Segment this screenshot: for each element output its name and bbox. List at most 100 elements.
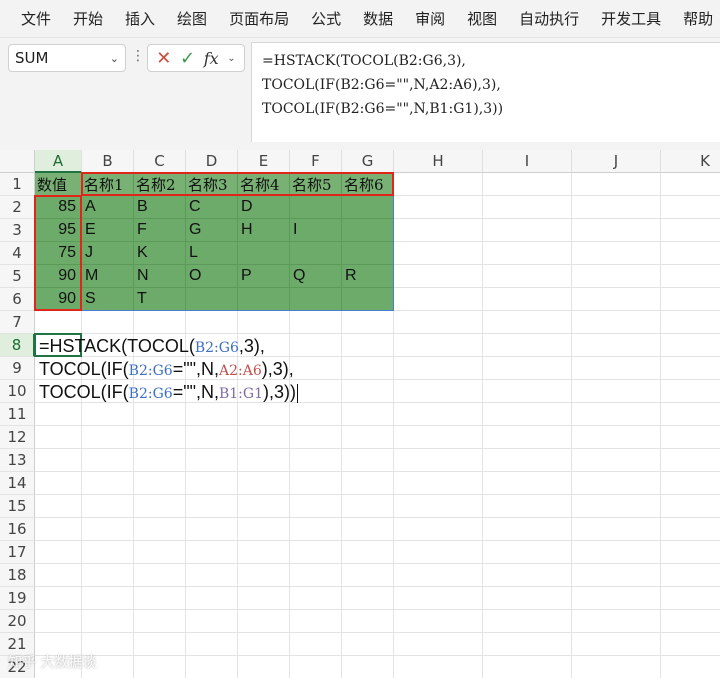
cell-f18[interactable] bbox=[290, 564, 342, 587]
cell-g11[interactable] bbox=[342, 403, 394, 426]
cell-i10[interactable] bbox=[483, 380, 572, 403]
cell-c21[interactable] bbox=[134, 633, 186, 656]
cell-c20[interactable] bbox=[134, 610, 186, 633]
cell-b1[interactable]: 名称1 bbox=[82, 173, 134, 196]
menu-data[interactable]: 数据 bbox=[352, 8, 404, 29]
cell-g3[interactable] bbox=[342, 219, 394, 242]
cell-e4[interactable] bbox=[238, 242, 290, 265]
chevron-down-icon[interactable]: ⌄ bbox=[227, 53, 235, 64]
cell-i15[interactable] bbox=[483, 495, 572, 518]
cell-e17[interactable] bbox=[238, 541, 290, 564]
cell-e5[interactable]: P bbox=[238, 265, 290, 288]
cell-g7[interactable] bbox=[342, 311, 394, 334]
cell-b14[interactable] bbox=[82, 472, 134, 495]
cell-j17[interactable] bbox=[572, 541, 661, 564]
cell-b2[interactable]: A bbox=[82, 196, 134, 219]
cell-b11[interactable] bbox=[82, 403, 134, 426]
cell-g14[interactable] bbox=[342, 472, 394, 495]
row-header-11[interactable]: 11 bbox=[0, 403, 35, 426]
cell-j2[interactable] bbox=[572, 196, 661, 219]
cell-g19[interactable] bbox=[342, 587, 394, 610]
menu-page-layout[interactable]: 页面布局 bbox=[218, 8, 300, 29]
cell-a13[interactable] bbox=[35, 449, 82, 472]
cell-d7[interactable] bbox=[186, 311, 238, 334]
cell-g5[interactable]: R bbox=[342, 265, 394, 288]
cell-k16[interactable] bbox=[661, 518, 720, 541]
cell-h8[interactable] bbox=[394, 334, 483, 357]
cell-j6[interactable] bbox=[572, 288, 661, 311]
cell-k9[interactable] bbox=[661, 357, 720, 380]
cell-i9[interactable] bbox=[483, 357, 572, 380]
cell-b13[interactable] bbox=[82, 449, 134, 472]
cell-j10[interactable] bbox=[572, 380, 661, 403]
cell-e20[interactable] bbox=[238, 610, 290, 633]
cell-f14[interactable] bbox=[290, 472, 342, 495]
name-box[interactable]: SUM ⌄ bbox=[8, 44, 126, 72]
cell-c14[interactable] bbox=[134, 472, 186, 495]
cell-j4[interactable] bbox=[572, 242, 661, 265]
cell-i22[interactable] bbox=[483, 656, 572, 678]
row-header-13[interactable]: 13 bbox=[0, 449, 35, 472]
cell-a16[interactable] bbox=[35, 518, 82, 541]
column-header-e[interactable]: E bbox=[238, 150, 290, 173]
cell-a12[interactable] bbox=[35, 426, 82, 449]
cell-f6[interactable] bbox=[290, 288, 342, 311]
cell-k19[interactable] bbox=[661, 587, 720, 610]
cell-i21[interactable] bbox=[483, 633, 572, 656]
more-vertical-icon[interactable]: ⋮ bbox=[131, 48, 145, 64]
cell-a4[interactable]: 75 bbox=[35, 242, 82, 265]
cell-f9[interactable] bbox=[290, 357, 342, 380]
cell-i4[interactable] bbox=[483, 242, 572, 265]
cell-g1[interactable]: 名称6 bbox=[342, 173, 394, 196]
cancel-icon[interactable]: ✕ bbox=[156, 48, 171, 69]
cell-d2[interactable]: C bbox=[186, 196, 238, 219]
cell-b12[interactable] bbox=[82, 426, 134, 449]
cell-i13[interactable] bbox=[483, 449, 572, 472]
row-header-1[interactable]: 1 bbox=[0, 173, 35, 196]
cell-e15[interactable] bbox=[238, 495, 290, 518]
cell-i19[interactable] bbox=[483, 587, 572, 610]
cell-k8[interactable] bbox=[661, 334, 720, 357]
cell-h5[interactable] bbox=[394, 265, 483, 288]
row-header-15[interactable]: 15 bbox=[0, 495, 35, 518]
cell-h3[interactable] bbox=[394, 219, 483, 242]
menu-home[interactable]: 开始 bbox=[62, 8, 114, 29]
cell-b6[interactable]: S bbox=[82, 288, 134, 311]
cell-i14[interactable] bbox=[483, 472, 572, 495]
cell-e21[interactable] bbox=[238, 633, 290, 656]
cell-b15[interactable] bbox=[82, 495, 134, 518]
row-header-7[interactable]: 7 bbox=[0, 311, 35, 334]
column-header-h[interactable]: H bbox=[394, 150, 483, 173]
cell-h22[interactable] bbox=[394, 656, 483, 678]
cell-c6[interactable]: T bbox=[134, 288, 186, 311]
cell-f5[interactable]: Q bbox=[290, 265, 342, 288]
cell-a14[interactable] bbox=[35, 472, 82, 495]
cell-h9[interactable] bbox=[394, 357, 483, 380]
cell-a6[interactable]: 90 bbox=[35, 288, 82, 311]
cell-i11[interactable] bbox=[483, 403, 572, 426]
cell-f11[interactable] bbox=[290, 403, 342, 426]
cell-f16[interactable] bbox=[290, 518, 342, 541]
cell-i1[interactable] bbox=[483, 173, 572, 196]
menu-help[interactable]: 帮助 bbox=[672, 8, 720, 29]
column-header-f[interactable]: F bbox=[290, 150, 342, 173]
cell-h15[interactable] bbox=[394, 495, 483, 518]
cell-e6[interactable] bbox=[238, 288, 290, 311]
cell-b19[interactable] bbox=[82, 587, 134, 610]
cell-g21[interactable] bbox=[342, 633, 394, 656]
cell-j15[interactable] bbox=[572, 495, 661, 518]
cell-d14[interactable] bbox=[186, 472, 238, 495]
cell-i8[interactable] bbox=[483, 334, 572, 357]
cell-g8[interactable] bbox=[342, 334, 394, 357]
cell-i5[interactable] bbox=[483, 265, 572, 288]
cell-h7[interactable] bbox=[394, 311, 483, 334]
cell-h21[interactable] bbox=[394, 633, 483, 656]
cell-d4[interactable]: L bbox=[186, 242, 238, 265]
cell-g12[interactable] bbox=[342, 426, 394, 449]
row-header-4[interactable]: 4 bbox=[0, 242, 35, 265]
cell-g10[interactable] bbox=[342, 380, 394, 403]
cell-d16[interactable] bbox=[186, 518, 238, 541]
cell-b4[interactable]: J bbox=[82, 242, 134, 265]
cell-h11[interactable] bbox=[394, 403, 483, 426]
cell-h20[interactable] bbox=[394, 610, 483, 633]
